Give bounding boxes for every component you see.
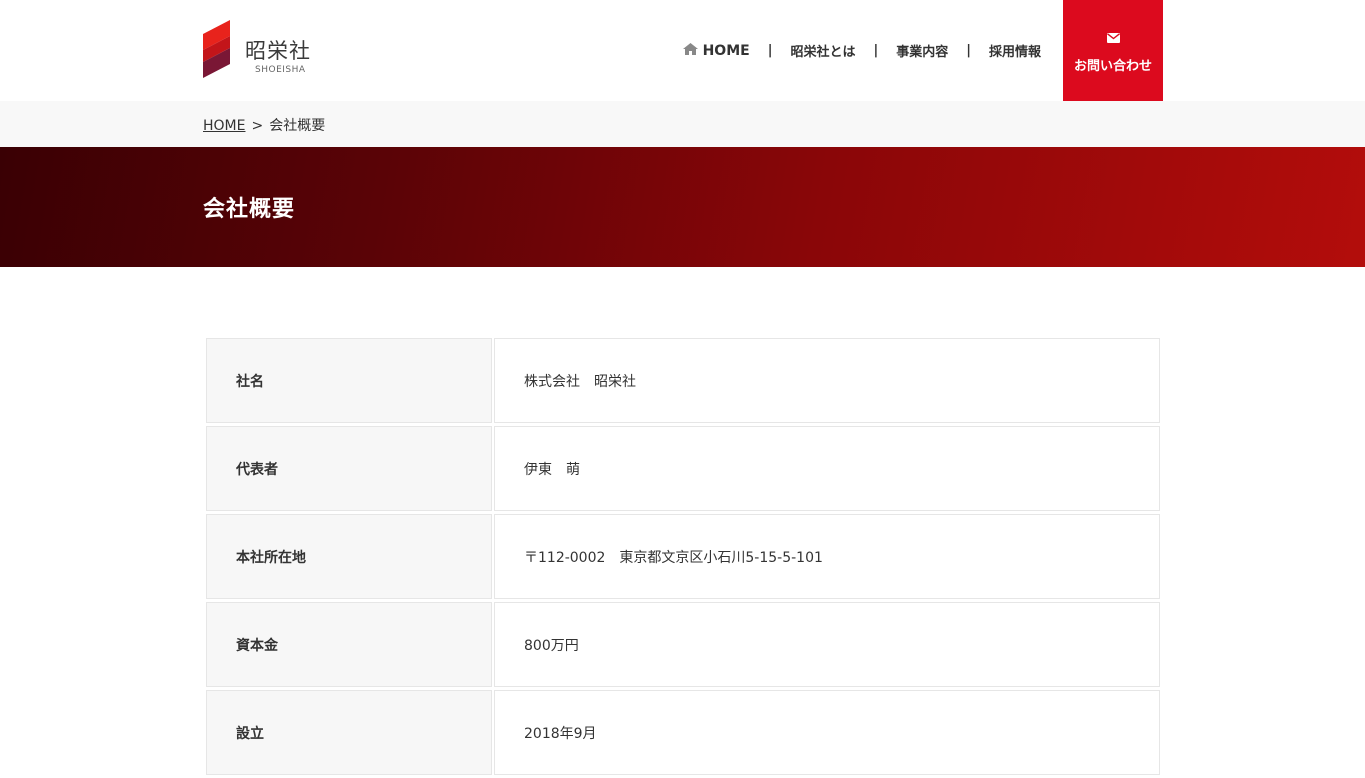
- company-info-table: 社名 株式会社 昭栄社 代表者 伊東 萌 本社所在地 〒112-0002 東京都…: [204, 335, 1162, 778]
- nav-home[interactable]: HOME: [682, 42, 750, 59]
- row-label: 設立: [206, 690, 492, 775]
- main-nav: HOME | 昭栄社とは | 事業内容 | 採用情報 お問い合わせ: [682, 0, 1163, 101]
- page-hero: 会社概要: [0, 147, 1365, 267]
- row-value: 〒112-0002 東京都文京区小石川5-15-5-101: [494, 514, 1160, 599]
- row-label: 代表者: [206, 426, 492, 511]
- nav-separator: |: [873, 43, 879, 58]
- breadcrumb-separator: >: [251, 118, 264, 134]
- nav-home-label: HOME: [702, 42, 750, 59]
- home-icon: [682, 42, 698, 59]
- breadcrumb-current: 会社概要: [269, 118, 326, 134]
- table-row: 設立 2018年9月: [206, 690, 1160, 775]
- contact-button[interactable]: お問い合わせ: [1063, 0, 1163, 101]
- breadcrumb: HOME > 会社概要: [0, 101, 1365, 147]
- site-header: 昭栄社 SHOEISHA HOME | 昭栄社とは | 事業内容 | 採用情報 …: [0, 0, 1365, 101]
- row-label: 資本金: [206, 602, 492, 687]
- nav-about[interactable]: 昭栄社とは: [790, 41, 855, 60]
- contact-label: お問い合わせ: [1073, 58, 1152, 74]
- row-label: 本社所在地: [206, 514, 492, 599]
- nav-business[interactable]: 事業内容: [896, 41, 948, 60]
- nav-separator: |: [767, 43, 773, 58]
- row-value: 800万円: [494, 602, 1160, 687]
- table-row: 本社所在地 〒112-0002 東京都文京区小石川5-15-5-101: [206, 514, 1160, 599]
- row-value: 2018年9月: [494, 690, 1160, 775]
- nav-separator: |: [966, 43, 971, 58]
- logo-mark-icon: [203, 20, 230, 78]
- row-label: 社名: [206, 338, 492, 423]
- row-value: 伊東 萌: [494, 426, 1160, 511]
- table-row: 資本金 800万円: [206, 602, 1160, 687]
- mail-icon: [1106, 28, 1120, 47]
- table-row: 社名 株式会社 昭栄社: [206, 338, 1160, 423]
- page-title: 会社概要: [203, 197, 296, 222]
- logo-name: 昭栄社: [245, 39, 311, 63]
- table-row: 代表者 伊東 萌: [206, 426, 1160, 511]
- logo-subtitle: SHOEISHA: [255, 65, 306, 75]
- site-logo[interactable]: 昭栄社 SHOEISHA: [203, 20, 323, 78]
- row-value: 株式会社 昭栄社: [494, 338, 1160, 423]
- breadcrumb-home-link[interactable]: HOME: [203, 118, 245, 134]
- nav-recruit[interactable]: 採用情報: [989, 41, 1041, 60]
- main-content: 社名 株式会社 昭栄社 代表者 伊東 萌 本社所在地 〒112-0002 東京都…: [0, 267, 1365, 775]
